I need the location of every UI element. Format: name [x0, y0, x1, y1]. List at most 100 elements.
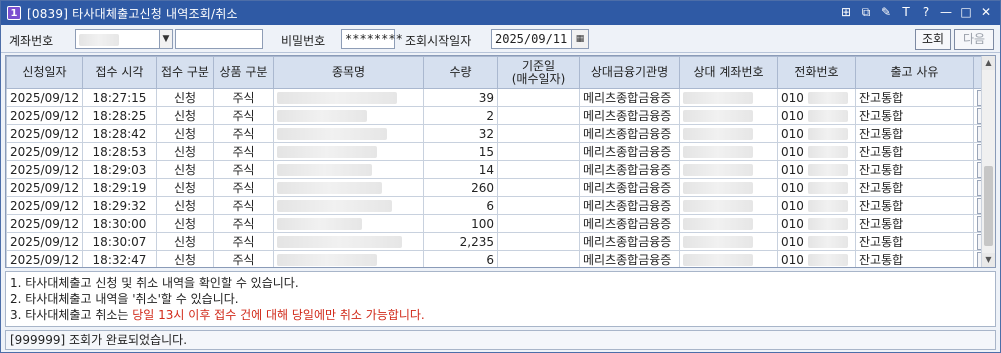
cell-time: 18:29:03: [82, 160, 157, 179]
help-icon[interactable]: ?: [918, 4, 934, 20]
status-bar: [999999] 조회가 완료되었습니다.: [5, 330, 996, 350]
col-header-product[interactable]: 상품 구분: [213, 56, 274, 89]
next-button[interactable]: 다음: [954, 29, 994, 50]
chevron-down-icon[interactable]: ▼: [159, 29, 173, 49]
cell-reason: 잔고통합: [855, 196, 974, 215]
table-row[interactable]: 2025/09/12 18:29:03 신청 주식 14 메리츠종합금융증 01…: [6, 160, 995, 179]
phone-prefix: 010: [781, 180, 804, 195]
cell-prod: 주식: [213, 160, 274, 179]
col-header-institution[interactable]: 상대금융기관명: [579, 56, 680, 89]
cell-account-redacted: [679, 142, 778, 161]
cell-account-redacted: [679, 88, 778, 107]
cell-qty: 2,235: [423, 232, 498, 251]
cell-inst: 메리츠종합금융증: [579, 142, 680, 161]
cell-qty: 6: [423, 250, 498, 267]
cell-prod: 주식: [213, 142, 274, 161]
search-button[interactable]: 조회: [915, 29, 951, 50]
note-line-3-prefix: 3. 타사대체출고 취소는: [10, 308, 133, 322]
col-header-time[interactable]: 접수 시각: [82, 56, 157, 89]
cell-inst: 메리츠종합금융증: [579, 88, 680, 107]
table-row[interactable]: 2025/09/12 18:27:15 신청 주식 39 메리츠종합금융증 01…: [6, 88, 995, 107]
col-header-qty[interactable]: 수량: [423, 56, 498, 89]
copy-window-icon[interactable]: ⧉: [858, 4, 874, 20]
cell-item-redacted: [273, 124, 424, 143]
cell-date: 2025/09/12: [6, 88, 83, 107]
table-row[interactable]: 2025/09/12 18:32:47 신청 주식 6 메리츠종합금융증 010…: [6, 250, 995, 267]
close-icon[interactable]: ✕: [978, 4, 994, 20]
table-row[interactable]: 2025/09/12 18:29:19 신청 주식 260 메리츠종합금융증 0…: [6, 178, 995, 197]
start-date-label: 조회시작일자: [405, 34, 472, 48]
cell-recv: 신청: [156, 88, 214, 107]
cell-prod: 주식: [213, 214, 274, 233]
password-field[interactable]: ********: [341, 29, 403, 49]
cell-date: 2025/09/12: [6, 178, 83, 197]
cell-qty: 39: [423, 88, 498, 107]
filter-bar: 계좌번호 ▼ 비밀번호 ******** 조회시작일자 2025/09/11 ▦…: [1, 25, 1000, 53]
cell-phone: 010: [777, 160, 856, 179]
cell-inst: 메리츠종합금융증: [579, 214, 680, 233]
cell-account-redacted: [679, 178, 778, 197]
cell-base-date: [497, 160, 580, 179]
title-tools: ⊞ ⧉ ✎ T ? — □ ✕: [838, 4, 994, 20]
cell-qty: 32: [423, 124, 498, 143]
cell-inst: 메리츠종합금융증: [579, 124, 680, 143]
cell-time: 18:28:42: [82, 124, 157, 143]
col-header-date[interactable]: 신청일자: [6, 56, 83, 89]
font-size-icon[interactable]: T: [898, 4, 914, 20]
cell-time: 18:29:32: [82, 196, 157, 215]
cell-item-redacted: [273, 178, 424, 197]
cell-recv: 신청: [156, 106, 214, 125]
cell-date: 2025/09/12: [6, 196, 83, 215]
cell-inst: 메리츠종합금융증: [579, 232, 680, 251]
cell-inst: 메리츠종합금융증: [579, 196, 680, 215]
cell-date: 2025/09/12: [6, 214, 83, 233]
cell-time: 18:32:47: [82, 250, 157, 267]
minimize-icon[interactable]: —: [938, 4, 954, 20]
scroll-thumb[interactable]: [984, 166, 993, 246]
table-row[interactable]: 2025/09/12 18:28:25 신청 주식 2 메리츠종합금융증 010…: [6, 106, 995, 125]
cell-recv: 신청: [156, 214, 214, 233]
cell-recv: 신청: [156, 124, 214, 143]
col-header-counter-account[interactable]: 상대 계좌번호: [679, 56, 778, 89]
cell-time: 18:30:00: [82, 214, 157, 233]
cell-reason: 잔고통합: [855, 160, 974, 179]
col-header-item-name[interactable]: 종목명: [273, 56, 424, 89]
col-header-recv-type[interactable]: 접수 구분: [156, 56, 214, 89]
cell-phone: 010: [777, 88, 856, 107]
col-header-base-date[interactable]: 기준일 (매수일자): [497, 56, 580, 89]
maximize-icon[interactable]: □: [958, 4, 974, 20]
table-row[interactable]: 2025/09/12 18:28:42 신청 주식 32 메리츠종합금융증 01…: [6, 124, 995, 143]
col-header-reason[interactable]: 출고 사유: [855, 56, 974, 89]
start-date-field[interactable]: 2025/09/11: [491, 29, 573, 49]
cell-qty: 6: [423, 196, 498, 215]
vertical-scrollbar[interactable]: ▲ ▼: [981, 56, 995, 267]
cell-date: 2025/09/12: [6, 232, 83, 251]
account-select[interactable]: [75, 29, 161, 49]
table-row[interactable]: 2025/09/12 18:30:00 신청 주식 100 메리츠종합금융증 0…: [6, 214, 995, 233]
scroll-down-icon[interactable]: ▼: [982, 253, 995, 267]
col-header-phone[interactable]: 전화번호: [777, 56, 856, 89]
cell-inst: 메리츠종합금융증: [579, 250, 680, 267]
cell-time: 18:28:25: [82, 106, 157, 125]
phone-prefix: 010: [781, 234, 804, 249]
cell-qty: 260: [423, 178, 498, 197]
cell-phone: 010: [777, 250, 856, 267]
notes-panel: 1. 타사대체출고 신청 및 취소 내역을 확인할 수 있습니다. 2. 타사대…: [5, 271, 996, 327]
table-row[interactable]: 2025/09/12 18:29:32 신청 주식 6 메리츠종합금융증 010…: [6, 196, 995, 215]
table-row[interactable]: 2025/09/12 18:28:53 신청 주식 15 메리츠종합금융증 01…: [6, 142, 995, 161]
pin-icon[interactable]: ✎: [878, 4, 894, 20]
cell-prod: 주식: [213, 88, 274, 107]
cell-phone: 010: [777, 232, 856, 251]
table-row[interactable]: 2025/09/12 18:30:07 신청 주식 2,235 메리츠종합금융증…: [6, 232, 995, 251]
cell-reason: 잔고통합: [855, 106, 974, 125]
cell-reason: 잔고통합: [855, 124, 974, 143]
scroll-up-icon[interactable]: ▲: [982, 56, 995, 70]
dock-icon[interactable]: ⊞: [838, 4, 854, 20]
note-line-1: 1. 타사대체출고 신청 및 취소 내역을 확인할 수 있습니다.: [10, 276, 299, 290]
calendar-icon[interactable]: ▦: [571, 29, 589, 49]
cell-account-redacted: [679, 250, 778, 267]
phone-prefix: 010: [781, 252, 804, 267]
cell-base-date: [497, 196, 580, 215]
cell-recv: 신청: [156, 160, 214, 179]
cell-qty: 100: [423, 214, 498, 233]
